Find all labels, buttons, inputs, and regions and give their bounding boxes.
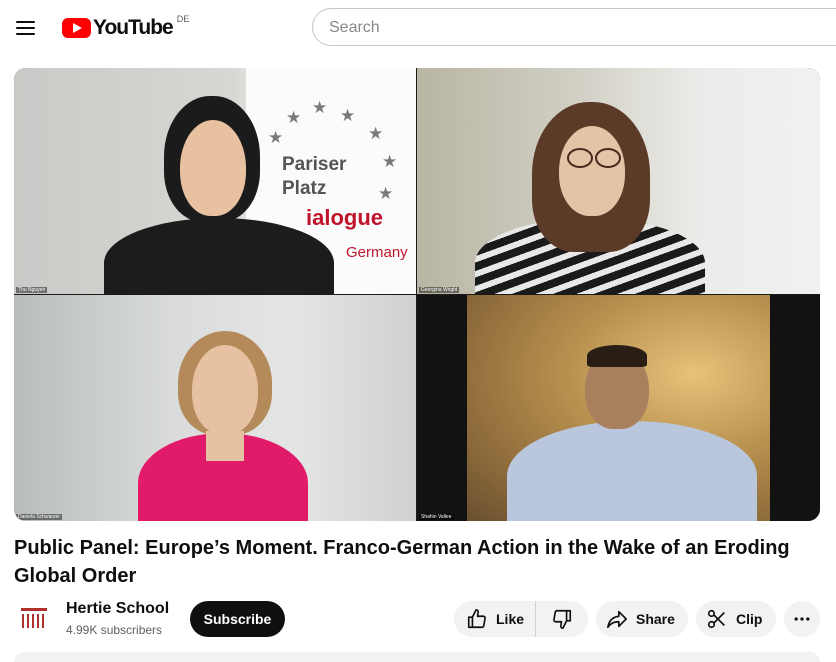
share-button[interactable]: Share — [596, 601, 688, 637]
clip-button[interactable]: Clip — [696, 601, 776, 637]
participant-name-2: Georgina Wright — [419, 287, 460, 293]
participant-name-1: Thu Nguyen — [16, 287, 48, 293]
subscribe-button[interactable]: Subscribe — [190, 601, 285, 637]
share-arrow-icon — [607, 610, 627, 629]
video-tile-1: ★ ★ ★ ★ ★ ★ ★ Pariser Platz ialogue Germ… — [14, 68, 416, 294]
like-label: Like — [496, 611, 525, 627]
guide-menu-button[interactable] — [14, 18, 38, 38]
subscriber-count: 4.99K subscribers — [66, 623, 163, 637]
youtube-logo[interactable]: YouTube DE — [62, 14, 190, 40]
more-horizontal-icon — [794, 617, 810, 621]
video-tile-2: Georgina Wright — [417, 68, 820, 294]
banner-line-3: ialogue — [306, 205, 384, 230]
dislike-button[interactable] — [536, 601, 588, 637]
like-button[interactable]: Like — [454, 601, 536, 637]
thumbs-up-icon — [467, 609, 486, 629]
share-label: Share — [636, 611, 675, 627]
banner-line-4: Germany — [346, 244, 408, 261]
video-tile-4: Shahin Vallee — [417, 295, 820, 521]
participant-name-3: Daniela Schwarzer — [16, 514, 62, 520]
search-box — [312, 8, 836, 47]
thumbs-down-icon — [553, 609, 572, 629]
clip-label: Clip — [736, 611, 763, 627]
scissors-icon — [707, 609, 725, 629]
participant-name-4: Shahin Vallee — [419, 514, 454, 520]
banner-line-2: Platz — [282, 178, 327, 199]
video-tile-3: Daniela Schwarzer — [14, 295, 416, 521]
description-box-edge — [14, 652, 820, 662]
search-input[interactable] — [313, 9, 831, 47]
video-player[interactable]: ★ ★ ★ ★ ★ ★ ★ Pariser Platz ialogue Germ… — [14, 68, 820, 521]
more-actions-button[interactable] — [784, 601, 820, 637]
logo-text: YouTube — [93, 16, 174, 39]
channel-avatar[interactable] — [18, 602, 50, 634]
masthead: YouTube DE — [0, 0, 836, 56]
youtube-play-icon — [62, 18, 91, 38]
banner-line-1: Pariser — [282, 154, 347, 175]
channel-name[interactable]: Hertie School — [66, 600, 169, 618]
participant-4-background — [467, 295, 770, 521]
country-code: DE — [176, 14, 190, 24]
video-title: Public Panel: Europe’s Moment. Franco-Ge… — [14, 537, 790, 587]
like-dislike-group: Like — [454, 601, 588, 637]
